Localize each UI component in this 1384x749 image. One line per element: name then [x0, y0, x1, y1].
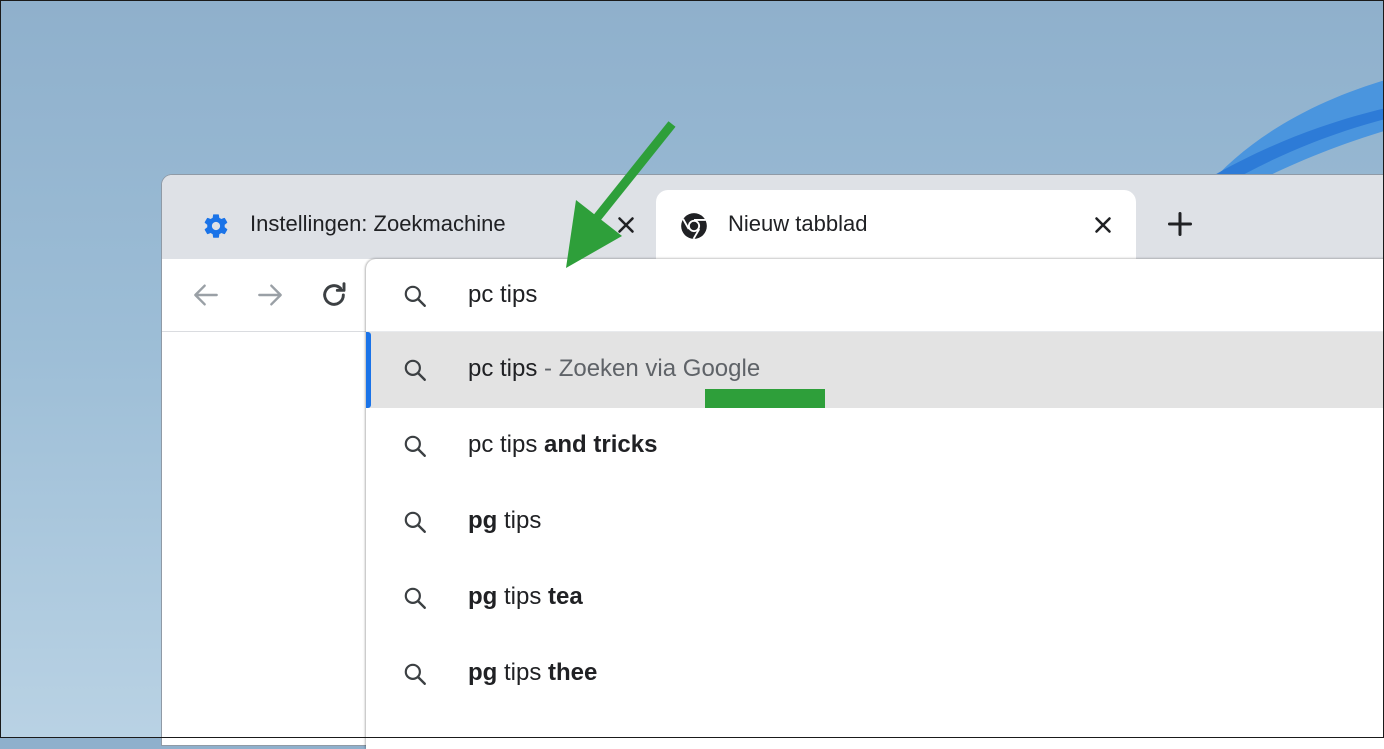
- gear-icon: [204, 214, 228, 238]
- suggestion-item[interactable]: pg tips tea: [366, 560, 1384, 636]
- suggestion-item[interactable]: pc tips and tricks: [366, 408, 1384, 484]
- chrome-icon: [681, 213, 707, 240]
- suggestion-text: pc tips and tricks: [468, 431, 657, 459]
- selection-indicator: [366, 332, 371, 408]
- suggestion-bold: pg: [468, 659, 498, 686]
- search-icon: [404, 285, 426, 307]
- annotation-arrow: [566, 121, 676, 268]
- tab-title: Nieuw tabblad: [728, 211, 868, 236]
- omnibox-input[interactable]: pc tips: [366, 259, 1384, 331]
- search-icon: [404, 663, 426, 685]
- reload-icon[interactable]: [318, 279, 350, 311]
- suggestion-plain: pc tips: [468, 431, 545, 458]
- search-icon: [404, 435, 426, 457]
- search-icon: [404, 587, 426, 609]
- arrow-left-icon[interactable]: [190, 279, 222, 311]
- suggestion-text: pg tips: [468, 507, 541, 535]
- tab-strip: Instellingen: Zoekmachine Nieuw tabblad: [162, 175, 1384, 259]
- suggestion-plain: tips: [497, 583, 549, 610]
- suggestion-plain: pc tips: [468, 355, 538, 382]
- suggestion-bold: pg: [468, 507, 498, 534]
- omnibox-dropdown: pc tips pc tips - Zoeken via Google pc t…: [366, 259, 1384, 749]
- close-icon[interactable]: [1090, 212, 1116, 238]
- suggestion-plain: tips: [497, 659, 549, 686]
- suggestion-bold: pg: [468, 583, 498, 610]
- arrow-right-icon[interactable]: [254, 279, 286, 311]
- search-icon: [404, 511, 426, 533]
- suggestion-plain: tips: [497, 507, 542, 534]
- omnibox-query[interactable]: pc tips: [468, 281, 537, 309]
- suggestion-text: pg tips thee: [468, 659, 597, 687]
- suggestion-suffix: - Zoeken via Google: [537, 355, 761, 382]
- suggestion-item[interactable]: pg tips thee: [366, 636, 1384, 712]
- tab-new-tab[interactable]: Nieuw tabblad: [656, 190, 1136, 259]
- suggestion-bold: thee: [548, 659, 598, 686]
- suggestion-item[interactable]: pc tips - Zoeken via Google: [366, 332, 1384, 408]
- suggestion-item[interactable]: pg tips: [366, 484, 1384, 560]
- suggestion-bold: tea: [548, 583, 583, 610]
- annotation-underline: [705, 389, 825, 408]
- suggestion-text: pc tips - Zoeken via Google: [468, 355, 760, 383]
- search-icon: [404, 359, 426, 381]
- plus-icon[interactable]: [1166, 210, 1194, 238]
- suggestion-bold: and tricks: [544, 431, 658, 458]
- tab-title: Instellingen: Zoekmachine: [250, 211, 506, 236]
- suggestion-text: pg tips tea: [468, 583, 583, 611]
